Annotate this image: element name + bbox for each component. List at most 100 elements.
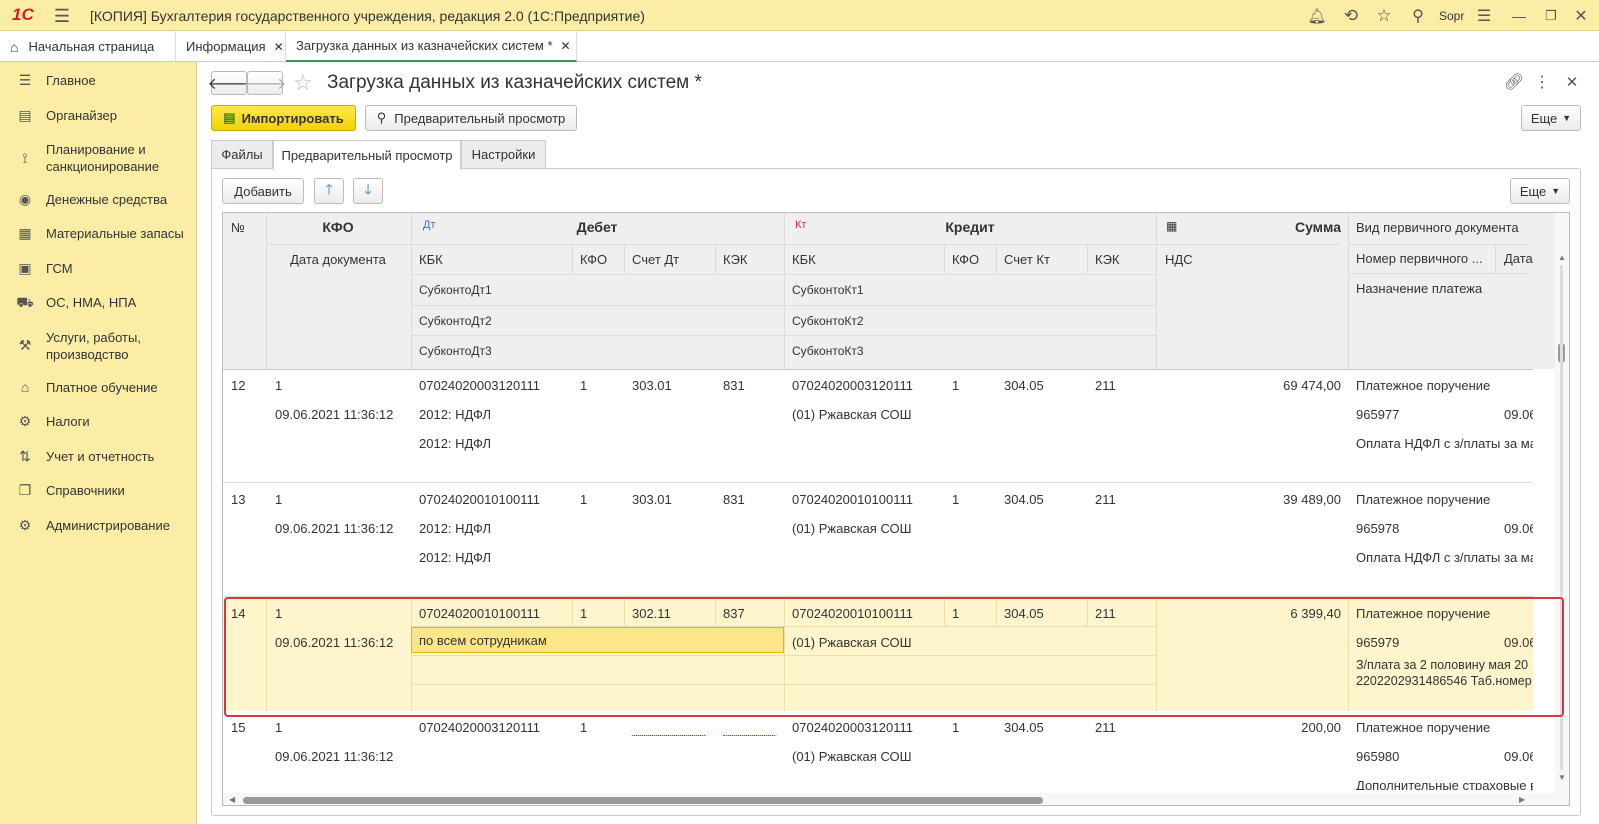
back-button[interactable]: 🡐 <box>208 71 250 95</box>
scroll-down-icon[interactable]: ▼ <box>1558 773 1566 782</box>
row-summa: 69 474,00 <box>1283 378 1341 393</box>
calculator-icon[interactable]: ▦ <box>1166 219 1177 233</box>
row-num: 12 <box>231 378 246 393</box>
sidebar-item-admin[interactable]: ⚙ Администрирование <box>0 517 197 541</box>
row-schet-kt: 304.05 <box>1004 378 1044 393</box>
bell-icon[interactable]: 🔔︎ <box>1306 5 1328 27</box>
table-row[interactable]: 15 1 09.06.2021 11:36:12 070240200031201… <box>223 712 1533 805</box>
tab-label: Начальная страница <box>28 39 155 54</box>
star-icon[interactable]: ☆ <box>1373 5 1395 27</box>
close-tab-icon[interactable]: ✕ <box>274 40 284 54</box>
favorite-star-icon[interactable]: ☆ <box>293 70 313 96</box>
sidebar-item-fuel[interactable]: ▣ ГСМ <box>0 260 197 284</box>
close-tab-icon[interactable]: ✕ <box>561 39 571 53</box>
row-kek-dt: 831 <box>723 378 745 393</box>
preview-button[interactable]: ⚲ Предварительный просмотр <box>365 105 577 131</box>
row-sub-dt2: 2012: НДФЛ <box>419 550 492 565</box>
sidebar-item-materials[interactable]: ▦ Материальные запасы <box>0 225 197 249</box>
close-form-icon[interactable]: ✕ <box>1562 72 1582 92</box>
horizontal-scrollbar[interactable]: ◀ ▶ <box>223 793 1569 805</box>
app-logo[interactable]: 1С <box>12 5 34 25</box>
row-kek-kt: 211 <box>1095 492 1116 507</box>
link-icon[interactable]: 🔗︎ <box>1504 72 1524 92</box>
row-kbk-kt: 07024020003120111 <box>792 378 913 393</box>
tab-bar: ⌂ Начальная страница Информация ✕ Загруз… <box>0 31 1599 62</box>
header-kfo-dt: КФО <box>580 252 608 267</box>
add-button[interactable]: Добавить <box>222 178 304 204</box>
divider <box>784 213 785 369</box>
scroll-up-icon[interactable]: ▲ <box>1558 253 1566 262</box>
forward-button[interactable]: 🡒 <box>244 71 286 95</box>
sidebar-item-services[interactable]: ⚒ Услуги, работы, производство <box>0 329 197 365</box>
table-more-button[interactable]: Еще ▼ <box>1510 178 1570 204</box>
restore-icon[interactable]: ❐ <box>1540 5 1562 27</box>
row-schet-kt: 304.05 <box>1004 720 1044 735</box>
import-label: Импортировать <box>241 110 344 126</box>
move-up-button[interactable]: 🡑 <box>314 178 344 204</box>
header-kredit: Кредит <box>945 219 995 235</box>
tab-treasury-load[interactable]: Загрузка данных из казначейских систем *… <box>286 31 577 62</box>
table-row[interactable]: 12 1 09.06.2021 11:36:12 070240200031201… <box>223 370 1533 483</box>
divider <box>1495 244 1496 273</box>
search-icon[interactable]: ⚲ <box>1407 5 1429 27</box>
sidebar-item-label: Органайзер <box>46 108 117 123</box>
row-date: 09.06.2021 11:36:12 <box>275 749 394 764</box>
divider <box>944 244 945 275</box>
scroll-left-icon[interactable]: ◀ <box>229 795 235 804</box>
header-nds: НДС <box>1165 252 1193 267</box>
import-button[interactable]: ▤ Импортировать <box>211 105 356 131</box>
coin-icon: ◉ <box>18 191 32 207</box>
chevron-down-icon: ▼ <box>1551 186 1561 196</box>
more-vert-icon[interactable]: ⋮ <box>1534 72 1550 92</box>
settings-menu-icon[interactable]: ☰ <box>1473 5 1495 27</box>
table-row[interactable]: 13 1 09.06.2021 11:36:12 070240200101001… <box>223 484 1533 597</box>
sidebar-item-taxes[interactable]: ⚙ Налоги <box>0 413 197 437</box>
sidebar-item-main[interactable]: ☰ Главное <box>0 72 197 96</box>
scrollbar-thumb[interactable] <box>243 797 1043 804</box>
scroll-right-icon[interactable]: ▶ <box>1519 795 1525 804</box>
row-sub-kt1: (01) Ржавская СОШ <box>792 407 912 422</box>
tab-info[interactable]: Информация ✕ <box>176 31 286 62</box>
sidebar-item-planning[interactable]: ⟟ Планирование и санкционирование <box>0 141 197 177</box>
more-label: Еще <box>1530 110 1558 126</box>
tab-settings[interactable]: Настройки <box>461 140 546 168</box>
history-icon[interactable]: ⟲ <box>1340 5 1362 27</box>
tab-home[interactable]: ⌂ Начальная страница <box>0 31 176 62</box>
sidebar-item-money[interactable]: ◉ Денежные средства <box>0 191 197 215</box>
row-doc-num: 965980 <box>1356 749 1400 764</box>
row-sub-dt1: 2012: НДФЛ <box>419 407 492 422</box>
main-menu-icon[interactable]: ☰ <box>52 6 72 26</box>
row-sub-kt1: (01) Ржавская СОШ <box>792 749 912 764</box>
sidebar-item-label: Администрирование <box>46 518 170 533</box>
row-doc-type: Платежное поручение <box>1356 378 1491 393</box>
row-kek-dt-missing[interactable] <box>723 735 775 736</box>
divider <box>266 213 267 369</box>
header-sub-kt3: СубконтоКт3 <box>792 344 864 358</box>
close-window-icon[interactable]: ✕ <box>1570 5 1592 27</box>
minimize-icon[interactable]: — <box>1508 5 1530 27</box>
tab-files[interactable]: Файлы <box>211 140 273 168</box>
row-doc-date: 09.06 <box>1504 407 1533 422</box>
row-kbk-dt: 07024020003120111 <box>419 720 540 735</box>
grid-icon: ▦ <box>18 225 32 241</box>
cap-icon: ⌂ <box>20 379 30 395</box>
sidebar-item-label: Денежные средства <box>46 192 168 207</box>
row-doc-date: 09.06 <box>1504 749 1533 764</box>
user-name[interactable]: Sopr <box>1439 9 1464 23</box>
header-kek-dt: КЭК <box>723 252 748 267</box>
sidebar-item-assets[interactable]: ⛟ ОС, НМА, НПА <box>0 294 197 318</box>
header-sub-dt1: СубконтоДт1 <box>419 283 492 297</box>
sidebar-item-organizer[interactable]: ▤ Органайзер <box>0 107 197 131</box>
row-schet-dt-missing[interactable] <box>632 735 705 736</box>
fuel-icon: ▣ <box>18 260 32 276</box>
sidebar-item-directories[interactable]: ❐ Справочники <box>0 482 197 506</box>
sidebar-item-label: Налоги <box>46 414 90 429</box>
tab-preview[interactable]: Предварительный просмотр <box>273 140 461 170</box>
divider <box>572 244 573 275</box>
divider <box>1156 213 1157 369</box>
row-schet-dt: 303.01 <box>632 492 672 507</box>
more-button[interactable]: Еще ▼ <box>1521 105 1581 131</box>
move-down-button[interactable]: 🡓 <box>353 178 383 204</box>
sidebar-item-accounting[interactable]: ⇅ Учет и отчетность <box>0 448 197 472</box>
sidebar-item-education[interactable]: ⌂ Платное обучение <box>0 379 197 403</box>
